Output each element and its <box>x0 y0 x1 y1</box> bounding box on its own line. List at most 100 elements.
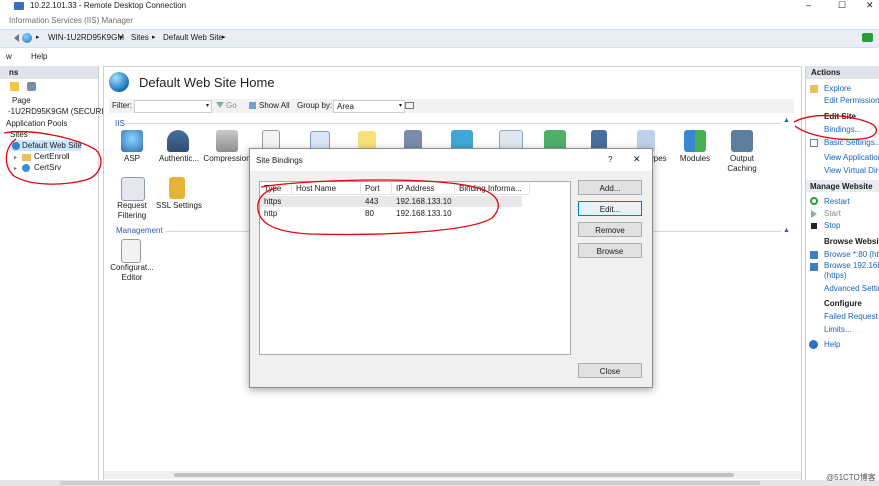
watermark: @51CTO博客 <box>826 473 876 482</box>
show-all-button[interactable]: Show All <box>259 101 290 110</box>
binding-ip: 192.168.133.10 <box>396 197 452 206</box>
site-globe-icon <box>12 142 20 150</box>
binding-ip: 192.168.133.10 <box>396 209 452 218</box>
dialog-close-button[interactable]: ✕ <box>633 154 641 165</box>
remove-binding-button[interactable]: Remove <box>578 222 642 237</box>
back-arrow-icon[interactable] <box>14 34 19 42</box>
expand-arrow-icon[interactable]: ▸ <box>14 154 17 161</box>
breadcrumb-sep: ▸ <box>36 34 40 41</box>
tree-start-page[interactable]: Page <box>12 96 31 105</box>
bindings-header: Type Host Name Port IP Address Binding I… <box>260 182 530 195</box>
collapse-management-icon[interactable]: ▲ <box>783 227 790 234</box>
bottom-scroll-thumb[interactable] <box>60 481 760 485</box>
breadcrumb-site[interactable]: Default Web Site <box>163 33 223 42</box>
feature-request-filtering-label[interactable]: Request Filtering <box>110 201 154 221</box>
page-title: Default Web Site Home <box>139 75 275 90</box>
dialog-help-button[interactable]: ? <box>608 155 612 164</box>
close-button[interactable]: ✕ <box>866 0 874 11</box>
maximize-button[interactable]: ☐ <box>838 0 846 11</box>
tree-sites[interactable]: Sites <box>10 130 28 139</box>
breadcrumb-sep: ▸ <box>152 34 156 41</box>
bottom-scroll-track <box>0 480 879 486</box>
action-browse-https[interactable]: Browse 192.168. <box>824 261 879 270</box>
configure-heading: Configure <box>824 299 862 308</box>
binding-row[interactable]: https 443 192.168.133.10 <box>260 196 522 207</box>
group-by-label: Group by: <box>297 101 333 110</box>
collapse-iis-icon[interactable]: ▲ <box>783 117 790 124</box>
refresh-icon[interactable] <box>862 33 873 42</box>
minimize-button[interactable]: – <box>806 0 811 10</box>
tree-certenroll[interactable]: CertEnroll <box>34 152 70 161</box>
column-divider <box>291 183 292 193</box>
column-port[interactable]: Port <box>365 184 380 193</box>
tree-app-pools[interactable]: Application Pools <box>6 119 67 128</box>
output-caching-icon[interactable] <box>731 130 753 152</box>
dialog-close-action-button[interactable]: Close <box>578 363 642 378</box>
feature-modules-label[interactable]: Modules <box>674 154 716 164</box>
view-mode-icon[interactable] <box>405 102 414 109</box>
menu-view[interactable]: w <box>6 52 12 61</box>
horizontal-scrollbar[interactable] <box>104 471 801 479</box>
asp-icon[interactable] <box>121 130 143 152</box>
action-edit-permissions[interactable]: Edit Permissions <box>824 96 879 105</box>
action-explore[interactable]: Explore <box>824 84 851 93</box>
tree-default-web-site-label: Default Web Site <box>22 141 82 150</box>
column-binding-info[interactable]: Binding Informa... <box>459 184 522 193</box>
menu-help[interactable]: Help <box>31 52 47 61</box>
expand-arrow-icon[interactable]: ▸ <box>14 165 17 172</box>
manage-website-label: Manage Website <box>810 182 873 191</box>
action-browse-https-suffix[interactable]: (https) <box>824 271 847 280</box>
action-failed-request[interactable]: Failed Request T <box>824 312 879 321</box>
column-ip-address[interactable]: IP Address <box>396 184 435 193</box>
browse-binding-button[interactable]: Browse <box>578 243 642 258</box>
scrollbar-thumb[interactable] <box>174 473 734 477</box>
section-iis-label: IIS <box>115 119 125 128</box>
column-type[interactable]: Type <box>264 184 281 193</box>
action-limits[interactable]: Limits... <box>824 325 852 334</box>
action-view-applications[interactable]: View Applications <box>824 153 879 162</box>
breadcrumb-sites[interactable]: Sites <box>131 33 149 42</box>
request-filtering-icon[interactable] <box>121 177 145 201</box>
ssl-lock-icon[interactable] <box>169 177 185 199</box>
bindings-list: Type Host Name Port IP Address Binding I… <box>259 181 571 355</box>
edit-binding-button[interactable]: Edit... <box>578 201 642 216</box>
binding-row[interactable]: http 80 192.168.133.10 <box>260 208 522 219</box>
feature-compression-label[interactable]: Compression <box>202 154 252 164</box>
section-management-label: Management <box>116 226 163 235</box>
action-bindings[interactable]: Bindings... <box>824 125 861 134</box>
action-start[interactable]: Start <box>824 209 841 218</box>
add-binding-button[interactable]: Add... <box>578 180 642 195</box>
breadcrumb-server[interactable]: WIN-1U2RD95K9GM <box>48 33 124 42</box>
filter-input[interactable]: ▾ <box>134 100 212 113</box>
column-host-name[interactable]: Host Name <box>296 184 336 193</box>
group-by-select[interactable]: Area ▾ <box>333 100 405 113</box>
go-funnel-icon[interactable] <box>216 102 224 108</box>
action-browse-80[interactable]: Browse *:80 (http <box>824 250 879 259</box>
tree-default-web-site[interactable]: Default Web Site <box>11 140 82 151</box>
action-help[interactable]: Help <box>824 340 840 349</box>
save-connection-icon[interactable] <box>27 82 36 91</box>
feature-authentication-label[interactable]: Authentic... <box>156 154 202 164</box>
warning-icon[interactable] <box>358 131 376 149</box>
feature-ssl-settings-label[interactable]: SSL Settings <box>154 201 204 211</box>
configuration-editor-icon[interactable] <box>121 239 141 263</box>
action-advanced-settings[interactable]: Advanced Setting <box>824 284 879 293</box>
tree-server[interactable]: -1U2RD95K9GM (SECURI <box>8 107 104 116</box>
column-divider <box>454 183 455 193</box>
feature-config-editor-label[interactable]: Configurat... Editor <box>108 263 156 283</box>
window-titlebar: 10.22.101.33 - Remote Desktop Connection… <box>0 0 879 13</box>
feature-asp-label[interactable]: ASP <box>114 154 150 164</box>
go-button[interactable]: Go <box>226 101 237 110</box>
connect-icon[interactable] <box>10 82 19 91</box>
action-view-virtual-dirs[interactable]: View Virtual Dire <box>824 166 879 175</box>
action-restart[interactable]: Restart <box>824 197 850 206</box>
feature-output-caching-label[interactable]: Output Caching <box>721 154 763 174</box>
tree-certsrv[interactable]: CertSrv <box>34 163 61 172</box>
filter-bar: Filter: ▾ Go Show All Group by: Area ▾ <box>109 99 794 113</box>
modules-icon[interactable] <box>684 130 706 152</box>
compression-icon[interactable] <box>216 130 238 152</box>
action-stop[interactable]: Stop <box>824 221 840 230</box>
connections-header: ns <box>0 66 98 79</box>
action-basic-settings[interactable]: Basic Settings... <box>824 138 879 147</box>
authentication-icon[interactable] <box>167 130 189 152</box>
